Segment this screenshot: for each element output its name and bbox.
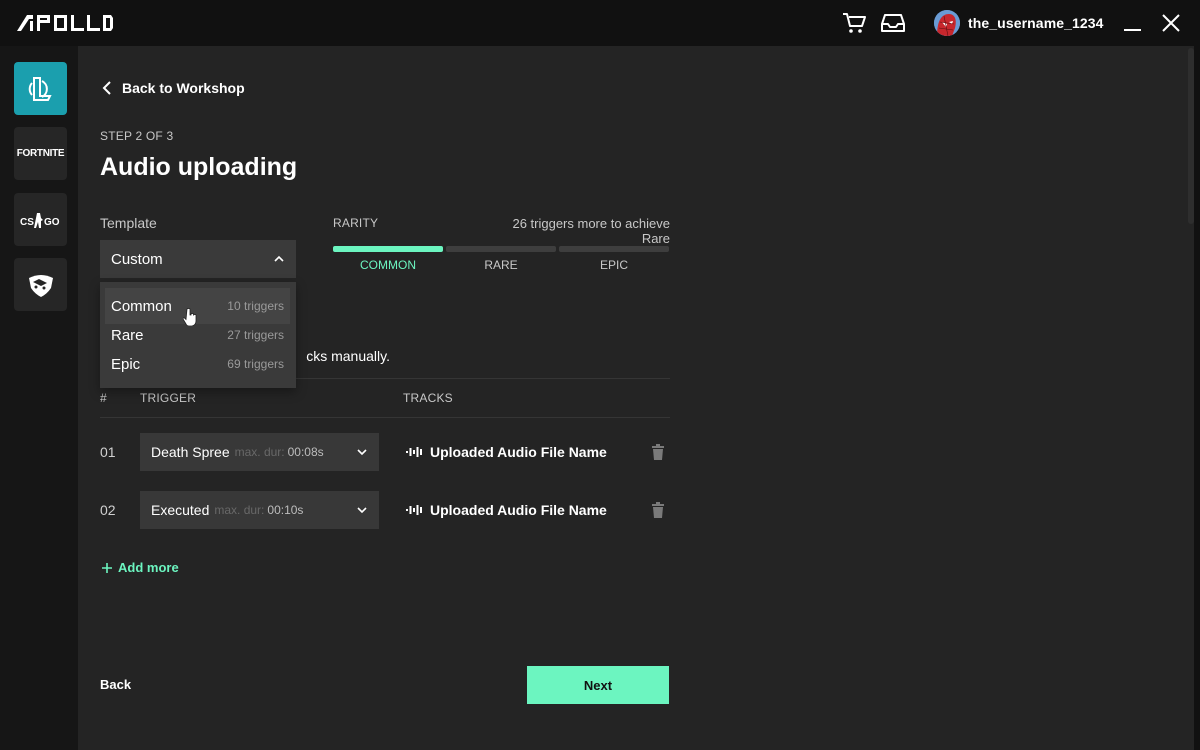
- option-name: Rare: [111, 326, 144, 344]
- game-tile-league-of-legends[interactable]: [14, 62, 67, 115]
- row-number: 02: [100, 502, 116, 518]
- column-header-tracks: TRACKS: [403, 391, 453, 405]
- chevron-up-icon: [274, 255, 284, 262]
- scrollbar[interactable]: [1188, 48, 1194, 224]
- track-file-name: Uploaded Audio File Name: [430, 444, 607, 460]
- step-indicator: STEP 2 OF 3: [100, 129, 174, 143]
- template-dropdown-menu: Common 10 triggers Rare 27 triggers Epic…: [100, 282, 296, 388]
- league-of-legends-icon: [28, 76, 52, 101]
- svg-text:CS: CS: [20, 217, 34, 228]
- rarity-bar-rare: [446, 246, 556, 252]
- back-to-workshop-link[interactable]: Back to Workshop: [102, 80, 245, 96]
- chevron-left-icon: [102, 81, 111, 95]
- csgo-icon: CS GO: [20, 212, 60, 228]
- template-label: Template: [100, 215, 157, 231]
- minimize-icon[interactable]: [1122, 12, 1144, 34]
- inbox-icon[interactable]: [880, 11, 906, 35]
- option-count: 27 triggers: [227, 328, 284, 342]
- game-sidebar: FORTNITE CS GO: [0, 46, 78, 750]
- trash-icon[interactable]: [651, 502, 665, 518]
- game-tile-rocket-league[interactable]: [14, 258, 67, 311]
- title-bar: the_username_1234: [0, 0, 1200, 46]
- trigger-name: Death Spree: [151, 444, 230, 460]
- option-count: 10 triggers: [227, 299, 284, 313]
- max-duration-label: max. dur:: [214, 503, 265, 517]
- rarity-label: RARITY: [333, 216, 379, 230]
- svg-text:GO: GO: [44, 217, 60, 228]
- main-panel: [78, 46, 1194, 750]
- template-select[interactable]: Custom: [100, 240, 296, 278]
- column-header-number: #: [100, 391, 107, 405]
- option-name: Common: [111, 297, 172, 315]
- trash-icon[interactable]: [651, 444, 665, 460]
- max-duration-value: 00:08s: [287, 445, 324, 459]
- user-avatar[interactable]: [934, 10, 960, 36]
- option-name: Epic: [111, 355, 141, 373]
- trigger-name: Executed: [151, 502, 210, 518]
- cart-icon[interactable]: [841, 11, 867, 35]
- game-tile-fortnite[interactable]: FORTNITE: [14, 127, 67, 180]
- page-title: Audio uploading: [100, 153, 298, 181]
- fortnite-icon: FORTNITE: [16, 148, 65, 159]
- audio-waveform-icon: [406, 505, 422, 515]
- rarity-bar-common: [333, 246, 443, 252]
- apollo-logo: [17, 15, 113, 31]
- add-more-label: Add more: [118, 560, 179, 575]
- rarity-tier-common: COMMON: [360, 258, 416, 272]
- game-tile-csgo[interactable]: CS GO: [14, 193, 67, 246]
- rarity-bar-epic: [559, 246, 669, 252]
- chevron-down-icon: [357, 449, 367, 456]
- table-header-divider: [100, 417, 670, 418]
- hand-cursor-icon: [183, 308, 197, 326]
- max-duration-value: 00:10s: [267, 503, 304, 517]
- row-number: 01: [100, 444, 116, 460]
- next-button[interactable]: Next: [527, 666, 669, 704]
- template-select-value: Custom: [111, 250, 163, 268]
- rocket-league-icon: [28, 274, 53, 297]
- chevron-down-icon: [357, 507, 367, 514]
- template-option-epic[interactable]: Epic 69 triggers: [105, 346, 290, 382]
- trigger-select[interactable]: Executed max. dur: 00:10s: [140, 491, 379, 529]
- username[interactable]: the_username_1234: [968, 15, 1104, 31]
- plus-icon: [102, 562, 112, 573]
- back-button[interactable]: Back: [100, 677, 131, 692]
- track-item: Uploaded Audio File Name: [406, 444, 607, 460]
- column-header-trigger: TRIGGER: [140, 391, 197, 405]
- track-file-name: Uploaded Audio File Name: [430, 502, 607, 518]
- rarity-tier-epic: EPIC: [599, 258, 628, 272]
- back-to-workshop-label: Back to Workshop: [122, 80, 245, 96]
- audio-waveform-icon: [406, 447, 422, 457]
- track-item: Uploaded Audio File Name: [406, 502, 607, 518]
- close-icon[interactable]: [1160, 12, 1182, 34]
- rarity-tier-rare: RARE: [484, 258, 518, 272]
- trigger-select[interactable]: Death Spree max. dur: 00:08s: [140, 433, 379, 471]
- max-duration-label: max. dur:: [234, 445, 285, 459]
- rarity-hint: 26 triggers more to achieve Rare: [512, 216, 670, 246]
- add-more-button[interactable]: Add more: [102, 560, 179, 575]
- option-count: 69 triggers: [227, 357, 284, 371]
